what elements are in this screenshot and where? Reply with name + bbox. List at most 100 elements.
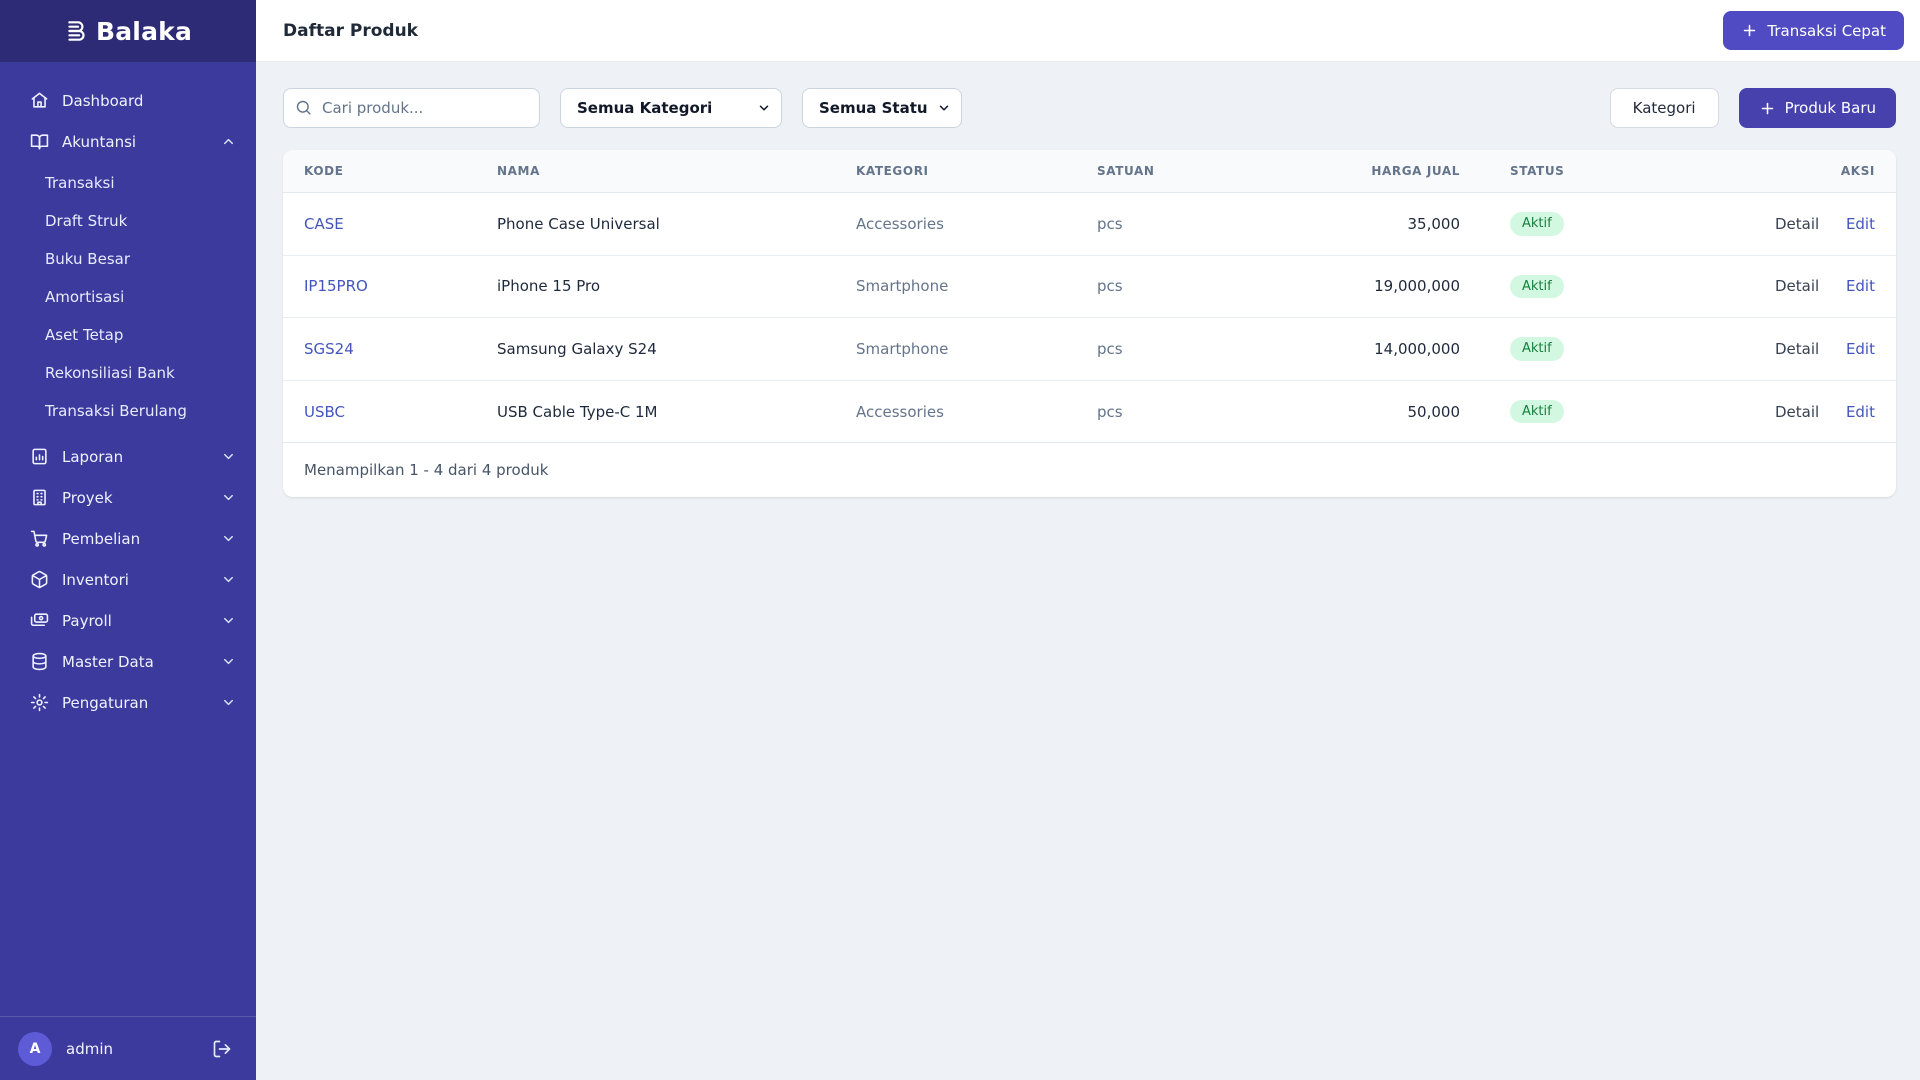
- new-product-label: Produk Baru: [1784, 99, 1876, 117]
- column-header-aksi: Aksi: [1690, 150, 1896, 193]
- sidebar-subitem-amortisasi[interactable]: Amortisasi: [0, 278, 256, 316]
- product-category: Accessories: [856, 192, 1097, 256]
- search-box: [283, 88, 540, 128]
- page-title: Daftar Produk: [283, 20, 418, 41]
- table-row: USBC USB Cable Type-C 1M Accessories pcs…: [283, 380, 1896, 444]
- search-input[interactable]: [283, 88, 540, 128]
- product-name: Phone Case Universal: [497, 192, 856, 256]
- product-price: 35,000: [1290, 192, 1460, 256]
- product-code-link[interactable]: USBC: [304, 403, 345, 421]
- sidebar-subitem-draft-struk[interactable]: Draft Struk: [0, 202, 256, 240]
- edit-link[interactable]: Edit: [1846, 340, 1875, 358]
- product-price: 19,000,000: [1290, 255, 1460, 319]
- product-unit: pcs: [1097, 317, 1290, 381]
- report-icon: [30, 447, 49, 466]
- sidebar-item-label: Akuntansi: [62, 132, 137, 151]
- status-filter: Semua Status: [802, 88, 962, 128]
- product-code-link[interactable]: CASE: [304, 215, 344, 233]
- building-icon: [30, 488, 49, 507]
- cart-icon: [30, 529, 49, 548]
- home-icon: [30, 91, 49, 110]
- sidebar-nav: Dashboard Akuntansi Transaksi Draft Stru…: [0, 62, 256, 1016]
- product-name: USB Cable Type-C 1M: [497, 380, 856, 444]
- edit-link[interactable]: Edit: [1846, 277, 1875, 295]
- chevron-down-icon: [221, 449, 236, 464]
- sidebar-item-inventori[interactable]: Inventori: [0, 559, 256, 600]
- sidebar-item-label: Pembelian: [62, 529, 141, 548]
- sidebar-item-dashboard[interactable]: Dashboard: [0, 80, 256, 121]
- product-price: 14,000,000: [1290, 317, 1460, 381]
- sidebar-item-pengaturan[interactable]: Pengaturan: [0, 682, 256, 723]
- sidebar-item-label: Dashboard: [62, 91, 144, 110]
- column-header-kategori: Kategori: [856, 150, 1097, 193]
- database-icon: [30, 652, 49, 671]
- banknote-icon: [30, 611, 49, 630]
- sidebar-subitem-transaksi[interactable]: Transaksi: [0, 164, 256, 202]
- product-table-card: Kode Nama Kategori Satuan Harga Jual Sta…: [283, 150, 1896, 498]
- edit-link[interactable]: Edit: [1846, 403, 1875, 421]
- detail-link[interactable]: Detail: [1775, 277, 1819, 295]
- detail-link[interactable]: Detail: [1775, 340, 1819, 358]
- quick-transaction-label: Transaksi Cepat: [1767, 21, 1886, 40]
- chevron-down-icon: [221, 613, 236, 628]
- chevron-down-icon: [221, 531, 236, 546]
- package-icon: [30, 570, 49, 589]
- gear-icon: [30, 693, 49, 712]
- sidebar-item-pembelian[interactable]: Pembelian: [0, 518, 256, 559]
- sidebar-subitem-transaksi-berulang[interactable]: Transaksi Berulang: [0, 392, 256, 430]
- pagination-summary: Menampilkan 1 - 4 dari 4 produk: [304, 461, 549, 480]
- product-unit: pcs: [1097, 192, 1290, 256]
- sidebar-subitem-aset-tetap[interactable]: Aset Tetap: [0, 316, 256, 354]
- quick-transaction-button[interactable]: Transaksi Cepat: [1723, 11, 1904, 50]
- product-name: Samsung Galaxy S24: [497, 317, 856, 381]
- sidebar-item-master-data[interactable]: Master Data: [0, 641, 256, 682]
- product-table: Kode Nama Kategori Satuan Harga Jual Sta…: [283, 150, 1896, 444]
- sidebar-item-label: Laporan: [62, 447, 124, 466]
- product-name: iPhone 15 Pro: [497, 255, 856, 319]
- status-badge: Aktif: [1510, 212, 1564, 236]
- product-category: Smartphone: [856, 317, 1097, 381]
- plus-icon: [1759, 100, 1776, 117]
- status-badge: Aktif: [1510, 337, 1564, 361]
- new-product-button[interactable]: Produk Baru: [1738, 88, 1896, 128]
- table-header-row: Kode Nama Kategori Satuan Harga Jual Sta…: [283, 150, 1896, 193]
- column-header-harga: Harga Jual: [1290, 150, 1460, 193]
- sidebar-item-payroll[interactable]: Payroll: [0, 600, 256, 641]
- column-header-kode: Kode: [283, 150, 497, 193]
- avatar: A: [18, 1031, 52, 1066]
- table-row: SGS24 Samsung Galaxy S24 Smartphone pcs …: [283, 317, 1896, 381]
- user-bar: A admin: [0, 1016, 256, 1080]
- sidebar-item-label: Pengaturan: [62, 693, 149, 712]
- kategori-button[interactable]: Kategori: [1609, 88, 1719, 128]
- column-header-satuan: Satuan: [1097, 150, 1290, 193]
- category-filter: Semua Kategori: [560, 88, 782, 128]
- username: admin: [66, 1039, 113, 1058]
- product-price: 50,000: [1290, 380, 1460, 444]
- detail-link[interactable]: Detail: [1775, 215, 1819, 233]
- chevron-up-icon: [221, 134, 236, 149]
- app-name: Balaka: [95, 16, 193, 46]
- product-unit: pcs: [1097, 255, 1290, 319]
- edit-link[interactable]: Edit: [1846, 215, 1875, 233]
- product-code-link[interactable]: IP15PRO: [304, 277, 368, 295]
- app-logo: Balaka: [0, 0, 256, 62]
- status-badge: Aktif: [1510, 274, 1564, 299]
- sidebar-item-akuntansi[interactable]: Akuntansi: [0, 121, 256, 162]
- akuntansi-submenu: Transaksi Draft Struk Buku Besar Amortis…: [0, 162, 256, 436]
- status-select[interactable]: Semua Status: [802, 88, 962, 128]
- sidebar-item-label: Payroll: [62, 611, 112, 630]
- balaka-logo-icon: [64, 18, 90, 44]
- sidebar-item-label: Proyek: [62, 488, 113, 507]
- detail-link[interactable]: Detail: [1775, 403, 1819, 421]
- product-unit: pcs: [1097, 380, 1290, 444]
- sidebar-subitem-buku-besar[interactable]: Buku Besar: [0, 240, 256, 278]
- filter-toolbar: Semua Kategori Semua Status Kategori Pro…: [283, 88, 1896, 128]
- logout-icon[interactable]: [212, 1039, 232, 1059]
- sidebar-item-laporan[interactable]: Laporan: [0, 436, 256, 477]
- chevron-down-icon: [221, 490, 236, 505]
- sidebar-item-proyek[interactable]: Proyek: [0, 477, 256, 518]
- product-code-link[interactable]: SGS24: [304, 340, 354, 358]
- category-select[interactable]: Semua Kategori: [560, 88, 782, 128]
- sidebar-subitem-rekonsiliasi-bank[interactable]: Rekonsiliasi Bank: [0, 354, 256, 392]
- column-header-status: Status: [1460, 150, 1690, 193]
